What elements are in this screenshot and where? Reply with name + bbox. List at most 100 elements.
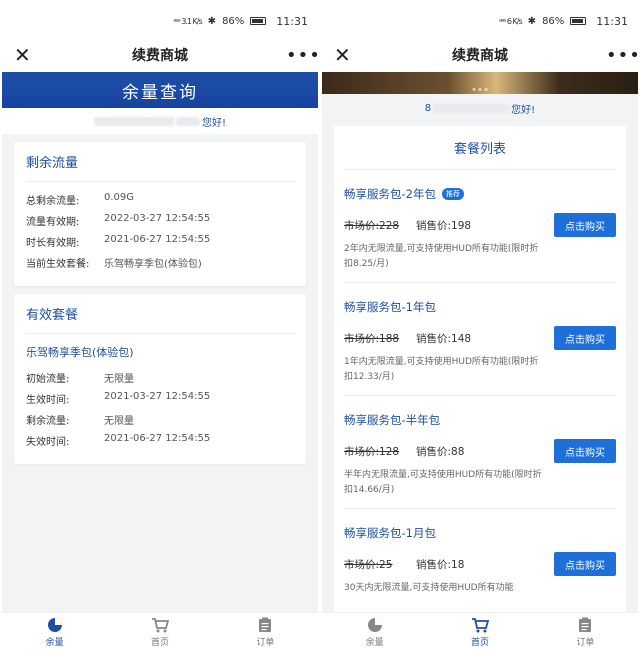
package-name: 畅享服务包-2年包	[344, 187, 436, 201]
clipboard-icon	[576, 617, 594, 633]
clipboard-icon	[256, 617, 274, 633]
phone-screen-shop: ᵃᵃᵃ 6 K/s ✱ 86% 11:31 ✕ 续费商城 ••• 8 您好! 套…	[322, 4, 638, 652]
package-name: 畅享服务包-1月包	[344, 526, 436, 540]
tab-orders[interactable]: 订单	[533, 613, 638, 652]
signal-indicator: ᵃᵃᵃ 3.1 K/s	[173, 16, 202, 26]
close-icon[interactable]: ✕	[334, 45, 354, 65]
row-key: 生效时间:	[26, 395, 70, 406]
row-key: 初始流量:	[26, 374, 70, 385]
sale-price: 销售价:18	[416, 558, 465, 571]
tab-label: 订单	[576, 638, 595, 648]
tab-balance[interactable]: 余量	[322, 613, 427, 652]
sale-price: 销售价:88	[416, 445, 465, 458]
nav-bar: ✕ 续费商城 •••	[2, 38, 318, 72]
package-name: 畅享服务包-半年包	[344, 413, 441, 427]
row-value: 2021-03-27 12:54:55	[104, 391, 211, 402]
signal-indicator: ᵃᵃᵃ 6 K/s	[498, 16, 523, 26]
nav-bar: ✕ 续费商城 •••	[322, 38, 638, 72]
tab-bar: 余量 首页 订单	[2, 612, 318, 652]
close-icon[interactable]: ✕	[14, 45, 34, 65]
row-value: 2021-06-27 12:54:55	[104, 234, 211, 245]
row-key: 总剩余流量:	[26, 196, 80, 207]
active-package-card: 有效套餐 乐驾畅享季包(体验包) 初始流量: 无限量 生效时间: 2021-03-2…	[14, 294, 306, 464]
row-value: 无限量	[104, 416, 134, 427]
tab-label: 余量	[45, 638, 64, 648]
card-title: 有效套餐	[26, 304, 296, 334]
cart-icon	[471, 617, 489, 633]
package-description: 半年内无限流量,可支持使用HUD所有功能(限时折扣14.66/月)	[344, 470, 542, 495]
info-row: 生效时间: 2021-03-27 12:54:55	[26, 391, 296, 406]
row-key: 当前生效套餐:	[26, 259, 90, 270]
tab-label: 余量	[365, 638, 384, 648]
row-value: 乐驾畅享季包(体验包)	[104, 259, 202, 270]
tab-label: 订单	[256, 638, 275, 648]
row-value: 0.09G	[104, 192, 135, 203]
bluetooth-icon: ✱	[207, 15, 217, 27]
clock: 11:31	[596, 14, 628, 28]
carousel-dots	[472, 88, 488, 91]
row-key: 剩余流量:	[26, 416, 70, 427]
bluetooth-icon: ✱	[527, 15, 537, 27]
package-description: 2年内无限流量,可支持使用HUD所有功能(限时折扣8.25/月)	[344, 244, 539, 269]
market-price: 市场价:128	[344, 445, 400, 458]
info-row: 时长有效期: 2021-06-27 12:54:55	[26, 234, 296, 249]
market-price: 市场价:25	[344, 558, 393, 571]
greeting: 您好!	[2, 108, 318, 134]
page-title: 续费商城	[132, 48, 188, 64]
pie-chart-icon	[46, 617, 64, 633]
cart-icon	[151, 617, 169, 633]
row-value: 2021-06-27 12:54:55	[104, 433, 211, 444]
market-price: 市场价:188	[344, 332, 400, 345]
row-key: 时长有效期:	[26, 238, 80, 249]
info-row: 总剩余流量: 0.09G	[26, 192, 296, 207]
buy-button[interactable]: 点击购买	[554, 439, 616, 463]
greeting-prefix: 8	[424, 102, 432, 114]
battery-icon	[570, 17, 587, 25]
card-title: 剩余流量	[26, 152, 296, 182]
redacted-phone	[93, 116, 174, 126]
redacted-name	[175, 116, 200, 126]
status-bar: ᵃᵃᵃ 6 K/s ✱ 86% 11:31	[322, 4, 638, 38]
page-title: 续费商城	[452, 48, 508, 64]
info-row: 剩余流量: 无限量	[26, 412, 296, 427]
battery-percent: 86%	[542, 15, 565, 27]
more-icon[interactable]: •••	[606, 45, 638, 66]
info-row: 失效时间: 2021-06-27 12:54:55	[26, 433, 296, 448]
package-list: 套餐列表 畅享服务包-2年包 推荐 市场价:228 销售价:198 点击购买 2年…	[334, 126, 626, 626]
tab-home[interactable]: 首页	[107, 613, 212, 652]
remaining-traffic-card: 剩余流量 总剩余流量: 0.09G 流量有效期: 2022-03-27 12:54:…	[14, 142, 306, 286]
package-item: 畅享服务包-半年包 市场价:128 销售价:88 点击购买 半年内无限流量,可支…	[344, 396, 616, 509]
greeting-text: 您好!	[511, 104, 536, 116]
package-item: 畅享服务包-2年包 推荐 市场价:228 销售价:198 点击购买 2年内无限流量…	[344, 170, 616, 283]
clock: 11:31	[276, 14, 308, 28]
package-description: 30天内无限流量,可支持使用HUD所有功能	[344, 583, 514, 593]
package-item: 畅享服务包-1年包 市场价:188 销售价:148 点击购买 1年内无限流量,可…	[344, 283, 616, 396]
row-value: 2022-03-27 12:54:55	[104, 213, 211, 224]
sale-price: 销售价:148	[416, 332, 472, 345]
tab-orders[interactable]: 订单	[213, 613, 318, 652]
buy-button[interactable]: 点击购买	[554, 326, 616, 350]
redacted-phone	[433, 103, 510, 113]
row-value: 无限量	[104, 374, 134, 385]
tab-home[interactable]: 首页	[427, 613, 532, 652]
buy-button[interactable]: 点击购买	[554, 213, 616, 237]
row-key: 失效时间:	[26, 437, 70, 448]
recommend-badge: 推荐	[441, 188, 464, 200]
info-row: 当前生效套餐: 乐驾畅享季包(体验包)	[26, 255, 296, 270]
more-icon[interactable]: •••	[286, 45, 318, 66]
hero-banner-image[interactable]	[322, 72, 638, 94]
info-row: 初始流量: 无限量	[26, 370, 296, 385]
package-item: 畅享服务包-1月包 市场价:25 销售价:18 点击购买 30天内无限流量,可支…	[344, 509, 616, 622]
package-name: 畅享服务包-1年包	[344, 300, 436, 314]
buy-button[interactable]: 点击购买	[554, 552, 616, 576]
greeting: 8 您好!	[322, 94, 638, 122]
greeting-text: 您好!	[201, 117, 226, 129]
tab-label: 首页	[470, 638, 489, 648]
package-name: 乐驾畅享季包(体验包)	[26, 346, 134, 359]
battery-icon	[250, 17, 267, 25]
section-banner: 余量查询	[2, 72, 318, 108]
tab-bar: 余量 首页 订单	[322, 612, 638, 652]
tab-balance[interactable]: 余量	[2, 613, 107, 652]
list-title: 套餐列表	[344, 134, 616, 170]
tab-label: 首页	[150, 638, 169, 648]
